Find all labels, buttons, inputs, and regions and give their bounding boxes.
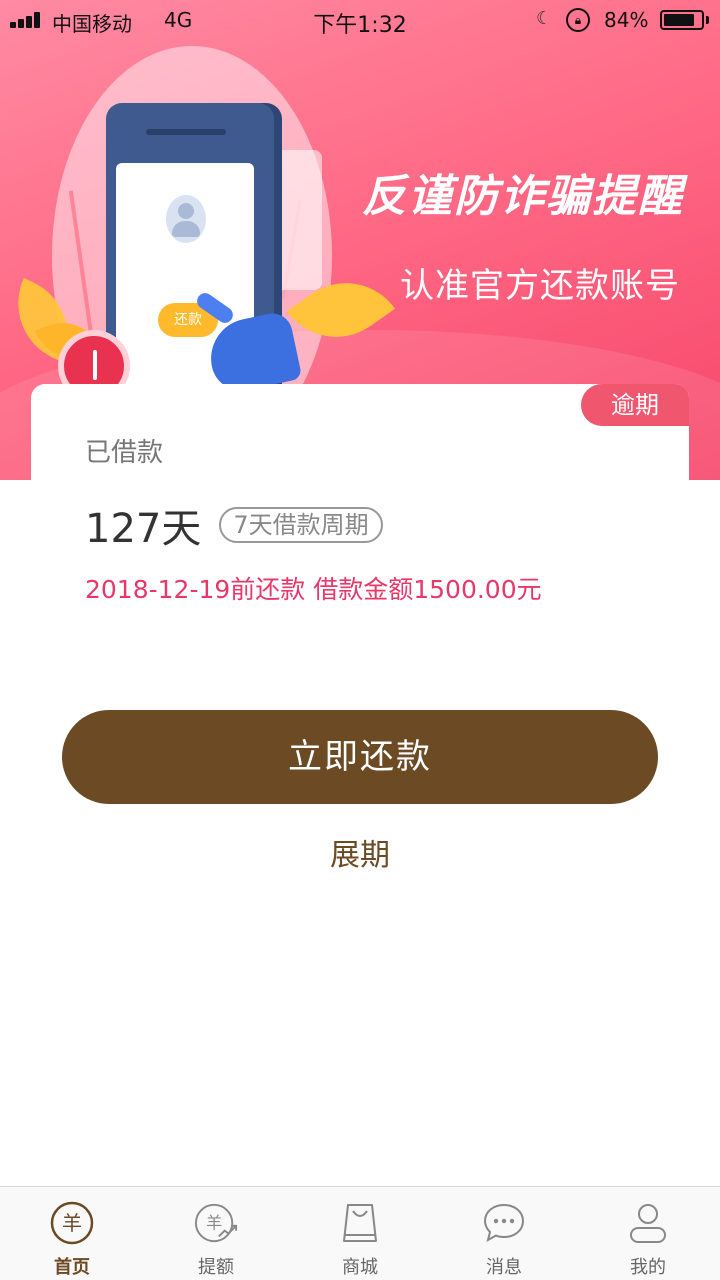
svg-text:羊: 羊 <box>206 1214 222 1233</box>
chat-bubble-icon <box>482 1201 526 1245</box>
loan-status-card: 逾期 已借款 127天 7天借款周期 2018-12-19前还款 借款金额150… <box>31 384 689 704</box>
loan-days-value: 127天 <box>85 506 202 552</box>
tab-label: 消息 <box>486 1257 522 1278</box>
tab-messages[interactable]: 消息 <box>432 1187 576 1280</box>
repay-now-button[interactable]: 立即还款 <box>62 710 658 804</box>
extend-loan-link[interactable]: 展期 <box>0 830 720 874</box>
tab-home[interactable]: 羊 首页 <box>0 1187 144 1280</box>
banner-subtitle: 认准官方还款账号 <box>400 266 680 306</box>
avatar-icon <box>166 195 206 243</box>
rotation-lock-icon: 🔒︎ <box>566 8 590 32</box>
user-icon <box>626 1201 670 1245</box>
status-bar: 中国移动 4G 下午1:32 ☾ 🔒︎ 84% <box>0 0 720 40</box>
loan-days-row: 127天 7天借款周期 <box>85 496 383 554</box>
loan-cycle-pill: 7天借款周期 <box>219 507 383 543</box>
loan-status-label: 已借款 <box>85 438 164 468</box>
do-not-disturb-icon: ☾ <box>536 8 553 29</box>
tab-label: 首页 <box>54 1257 90 1278</box>
battery-icon <box>660 10 704 30</box>
battery-percentage: 84% <box>604 8 649 32</box>
svg-text:羊: 羊 <box>62 1211 82 1235</box>
shopping-bag-icon <box>338 1201 382 1245</box>
battery-level <box>664 14 694 26</box>
tab-label: 我的 <box>630 1257 666 1278</box>
banner-title: 反谨防诈骗提醒 <box>362 171 684 222</box>
tab-shop[interactable]: 商城 <box>288 1187 432 1280</box>
tab-label: 提额 <box>198 1257 234 1278</box>
overdue-badge: 逾期 <box>581 384 689 426</box>
raise-limit-icon: 羊 <box>194 1201 238 1245</box>
bottom-tab-bar: 羊 首页 羊 提额 商城 消息 我的 <box>0 1186 720 1280</box>
tab-label: 商城 <box>342 1257 378 1278</box>
tab-raise-limit[interactable]: 羊 提额 <box>144 1187 288 1280</box>
tab-profile[interactable]: 我的 <box>576 1187 720 1280</box>
phone-speaker <box>146 129 226 135</box>
home-yang-icon: 羊 <box>50 1201 94 1245</box>
due-date-amount: 2018-12-19前还款 借款金额1500.00元 <box>85 575 542 604</box>
